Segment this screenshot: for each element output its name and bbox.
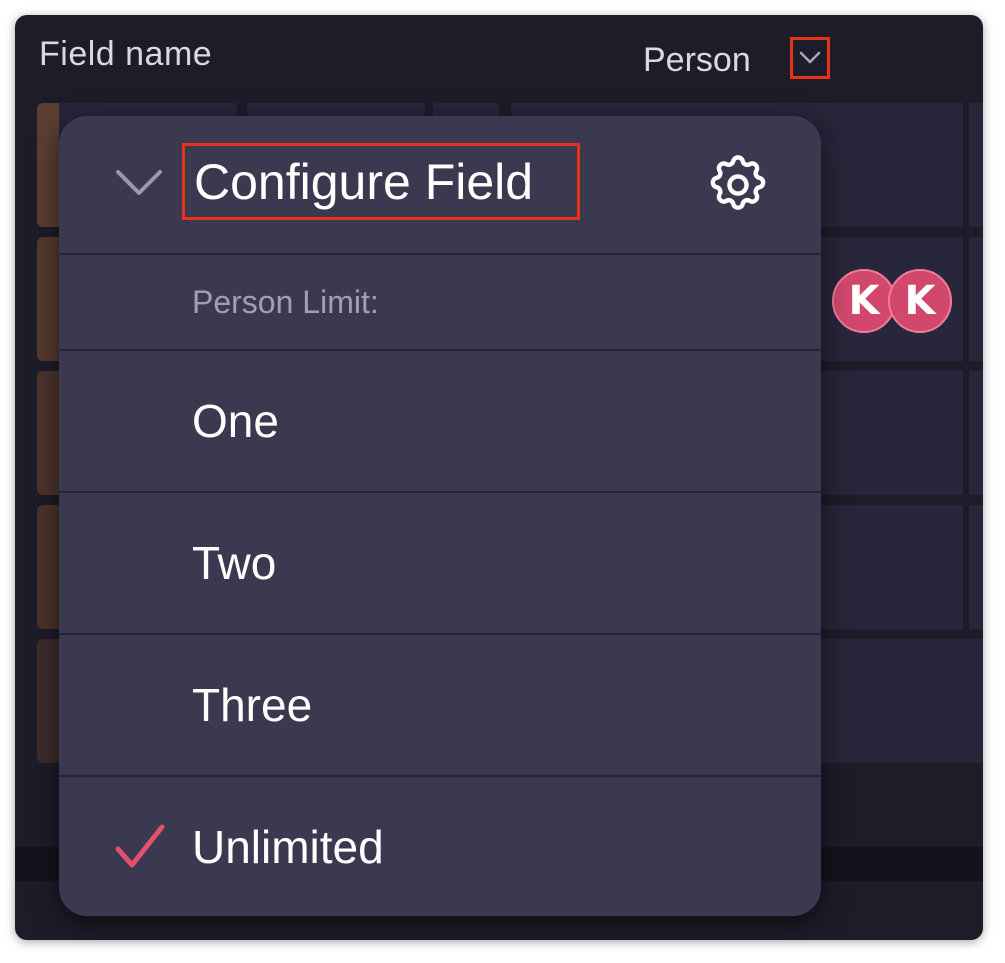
option-two[interactable]: Two [59,493,821,633]
option-label: Unlimited [192,821,384,873]
checkmark-icon [115,824,165,868]
gear-icon[interactable] [705,152,771,218]
option-label: Two [192,537,277,589]
chevron-down-icon[interactable] [114,168,164,198]
option-unlimited[interactable]: Unlimited [59,777,821,916]
configure-field-popover: Configure Field Person Limit: One Two Th… [59,116,821,916]
chevron-down-icon [799,51,821,64]
avatar[interactable]: K [832,269,896,333]
column-menu-button[interactable] [790,37,830,79]
option-one[interactable]: One [59,351,821,491]
field-name-header: Field name [39,35,213,73]
option-label: One [192,395,279,447]
popover-title-text: Configure Field [194,153,534,210]
person-column-header[interactable]: Person [643,41,751,80]
avatar[interactable]: K [888,269,952,333]
app-window: Field name Person K K Configure Field Pe… [15,15,983,940]
person-limit-label: Person Limit: [192,284,379,320]
option-label: Three [192,679,313,731]
popover-header: Configure Field [59,116,821,254]
option-three[interactable]: Three [59,635,821,775]
divider [59,253,821,255]
popover-title: Configure Field [182,143,580,220]
